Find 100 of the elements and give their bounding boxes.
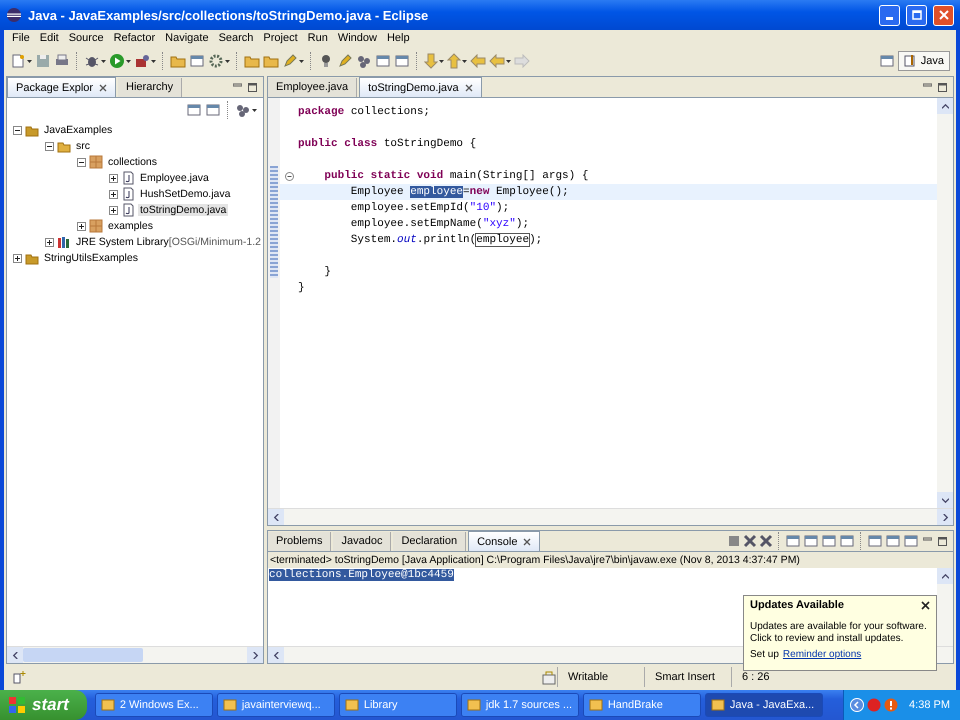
- run-icon[interactable]: [109, 53, 125, 69]
- close-icon[interactable]: [99, 84, 108, 92]
- window-icon[interactable]: [785, 533, 801, 549]
- menu-item[interactable]: Help: [382, 32, 415, 44]
- dropdown-arrow-icon[interactable]: [225, 60, 230, 62]
- window-icon[interactable]: [885, 533, 901, 549]
- new-file-icon[interactable]: [10, 53, 26, 69]
- dropdown-arrow-icon[interactable]: [506, 60, 511, 62]
- menu-item[interactable]: Window: [332, 32, 382, 44]
- view-tab[interactable]: Package Explor: [7, 77, 116, 97]
- horizontal-scrollbar[interactable]: [268, 508, 953, 525]
- plus-box-icon[interactable]: [45, 238, 54, 246]
- taskbar-button[interactable]: HandBrake: [582, 693, 701, 717]
- arrow-left-icon[interactable]: [272, 652, 280, 658]
- view-tab[interactable]: Console: [468, 531, 540, 551]
- chevron-left-icon[interactable]: [850, 698, 864, 712]
- dropdown-arrow-icon[interactable]: [151, 60, 156, 62]
- vertical-scrollbar[interactable]: [937, 98, 953, 508]
- menu-item[interactable]: Navigate: [160, 32, 214, 44]
- window-icon[interactable]: [821, 533, 837, 549]
- tree-item[interactable]: src: [74, 140, 92, 152]
- window-icon[interactable]: [839, 533, 855, 549]
- taskbar-button[interactable]: javainterviewq...: [216, 693, 335, 717]
- remove-icon[interactable]: [743, 534, 757, 548]
- minus-box-icon[interactable]: [45, 142, 54, 150]
- view-tab[interactable]: Hierarchy: [118, 78, 182, 96]
- warning-icon[interactable]: [884, 698, 898, 712]
- menu-item[interactable]: Source: [64, 32, 109, 44]
- close-icon[interactable]: [464, 84, 473, 92]
- plus-box-icon[interactable]: [109, 174, 118, 182]
- pencil-icon[interactable]: [282, 53, 298, 69]
- window-icon[interactable]: [903, 533, 919, 549]
- dropdown-arrow-icon[interactable]: [27, 60, 32, 62]
- horizontal-scrollbar[interactable]: [7, 646, 263, 663]
- arrow-down-icon[interactable]: [942, 496, 948, 504]
- arrow-right-icon[interactable]: [942, 514, 948, 520]
- tree-item[interactable]: StringUtilsExamples: [42, 252, 140, 264]
- taskbar-button[interactable]: jdk 1.7 sources ...: [460, 693, 579, 717]
- window-icon[interactable]: [867, 533, 883, 549]
- view-tab[interactable]: Declaration: [393, 532, 466, 550]
- maximize-button[interactable]: [906, 4, 927, 26]
- arrow-right-icon[interactable]: [252, 652, 258, 658]
- taskbar-button[interactable]: 2 Windows Ex...: [94, 693, 213, 717]
- fold-toggle-icon[interactable]: [284, 172, 294, 180]
- arrow-left-icon[interactable]: [12, 652, 18, 658]
- tree-item[interactable]: JRE System Library[OSGi/Minimum-1.2: [74, 236, 263, 248]
- window-icon[interactable]: [189, 53, 205, 69]
- tree-item[interactable]: toStringDemo.java: [138, 204, 228, 216]
- taskbar-button[interactable]: Java - JavaExa...: [704, 693, 823, 717]
- plus-box-icon[interactable]: [109, 190, 118, 198]
- tree-item[interactable]: HushSetDemo.java: [138, 188, 232, 200]
- editor-tab[interactable]: toStringDemo.java: [359, 77, 482, 97]
- gear-icon[interactable]: [208, 53, 224, 69]
- maximize-icon[interactable]: [938, 536, 947, 546]
- menu-item[interactable]: File: [7, 32, 35, 44]
- tree-item[interactable]: examples: [106, 220, 155, 232]
- perspective-button[interactable]: Java: [898, 51, 950, 71]
- minus-box-icon[interactable]: [13, 126, 22, 134]
- vertical-scrollbar[interactable]: [937, 568, 953, 646]
- menu-item[interactable]: Project: [258, 32, 303, 44]
- fast-view-icon[interactable]: [12, 670, 26, 684]
- reminder-options-link[interactable]: Reminder options: [782, 649, 862, 660]
- stop-icon[interactable]: [727, 534, 741, 548]
- minus-box-icon[interactable]: [77, 158, 86, 166]
- dropdown-arrow-icon[interactable]: [462, 60, 467, 62]
- close-button[interactable]: [933, 4, 954, 26]
- editor-tab[interactable]: Employee.java: [268, 78, 358, 96]
- close-icon[interactable]: [523, 538, 532, 546]
- maximize-icon[interactable]: [248, 82, 257, 92]
- plus-box-icon[interactable]: [13, 254, 22, 262]
- window-icon[interactable]: [205, 102, 221, 118]
- maximize-icon[interactable]: [938, 82, 947, 92]
- window-icon[interactable]: [375, 53, 391, 69]
- remove-icon[interactable]: [759, 534, 773, 548]
- arrow-up-icon[interactable]: [942, 572, 948, 580]
- dropdown-arrow-icon[interactable]: [126, 60, 131, 62]
- plus-box-icon[interactable]: [109, 206, 118, 214]
- window-icon[interactable]: [803, 533, 819, 549]
- window-icon[interactable]: [878, 53, 895, 69]
- window-icon[interactable]: [186, 102, 202, 118]
- window-icon[interactable]: [394, 53, 410, 69]
- dots-icon[interactable]: [235, 102, 251, 118]
- dropdown-arrow-icon[interactable]: [439, 60, 444, 62]
- dropdown-arrow-icon[interactable]: [299, 60, 304, 62]
- close-icon[interactable]: [921, 600, 930, 610]
- tree-item[interactable]: JavaExamples: [42, 124, 114, 136]
- pencil-icon[interactable]: [337, 53, 353, 69]
- view-tab[interactable]: Problems: [268, 532, 332, 550]
- view-tab[interactable]: Javadoc: [333, 532, 392, 550]
- menu-item[interactable]: Refactor: [108, 32, 160, 44]
- arrow-left-icon[interactable]: [272, 514, 280, 520]
- minimize-button[interactable]: [879, 4, 900, 26]
- tree-item[interactable]: Employee.java: [138, 172, 211, 184]
- menu-item[interactable]: Edit: [34, 32, 64, 44]
- menu-item[interactable]: Run: [302, 32, 333, 44]
- arrow-up-icon[interactable]: [942, 102, 948, 110]
- dropdown-arrow-icon[interactable]: [101, 60, 106, 62]
- dropdown-arrow-icon[interactable]: [252, 108, 257, 112]
- plus-box-icon[interactable]: [77, 222, 86, 230]
- menu-item[interactable]: Search: [214, 32, 258, 44]
